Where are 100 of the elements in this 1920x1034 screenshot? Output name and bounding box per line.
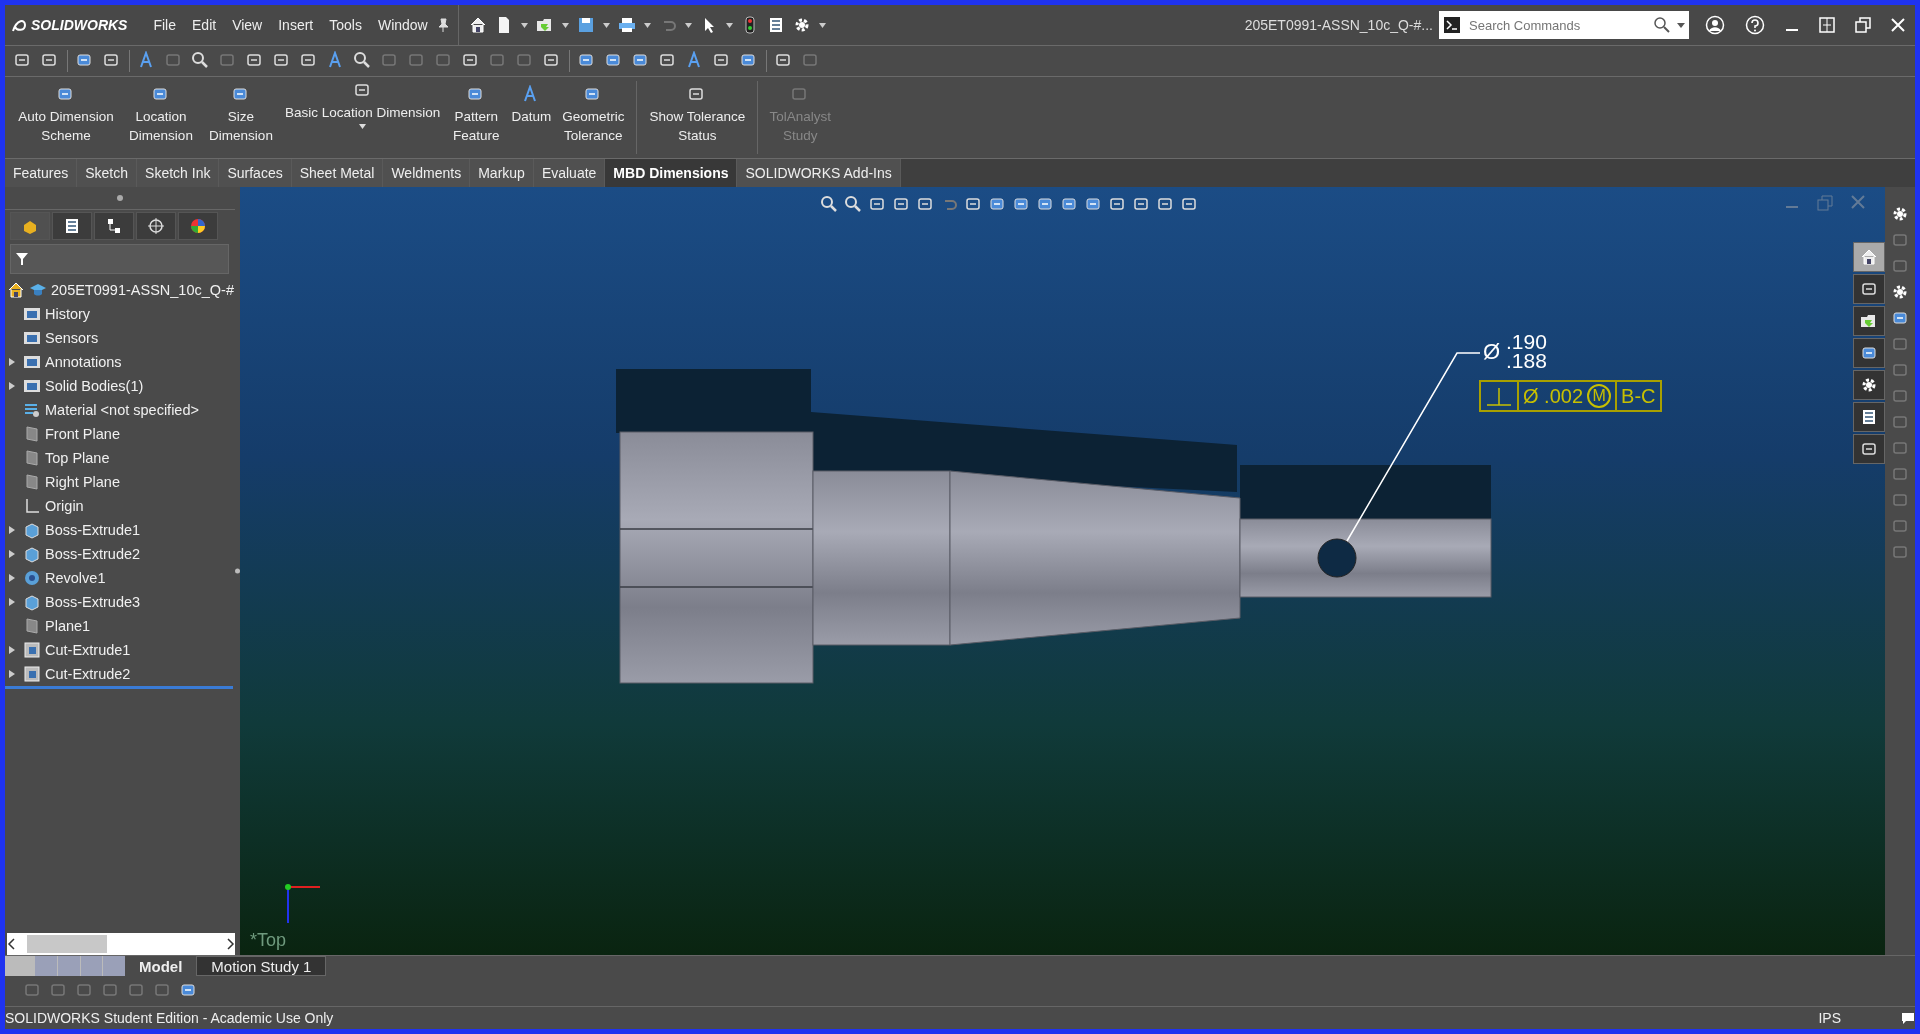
view-tool-icon[interactable]: [1036, 195, 1054, 213]
split-window-icon[interactable]: [1819, 17, 1835, 33]
search-box[interactable]: Search Commands: [1439, 11, 1689, 39]
view-tool-icon[interactable]: [916, 195, 934, 213]
ribbon-tab[interactable]: Markup: [470, 159, 534, 187]
config-tree-icon[interactable]: [105, 217, 123, 235]
chat-icon[interactable]: [1901, 1011, 1915, 1025]
expand-arrow-icon[interactable]: [9, 670, 15, 678]
open-folder-icon[interactable]: [535, 16, 554, 34]
tree-item[interactable]: Boss-Extrude2: [45, 546, 141, 562]
expand-arrow-icon[interactable]: [9, 382, 15, 390]
bottom-tab[interactable]: Model: [125, 956, 197, 976]
tree-item[interactable]: Origin: [45, 498, 84, 514]
expand-arrow-icon[interactable]: [9, 526, 15, 534]
menu-item[interactable]: Edit: [184, 17, 225, 33]
splitter-handle-icon[interactable]: [235, 567, 240, 575]
scroll-left-icon[interactable]: [7, 938, 15, 950]
view-tool-icon[interactable]: [1180, 195, 1198, 213]
menu-item[interactable]: File: [145, 17, 184, 33]
tree-item[interactable]: Top Plane: [45, 450, 110, 466]
help-icon[interactable]: [1745, 15, 1765, 35]
expand-arrow-icon[interactable]: [9, 574, 15, 582]
units-label[interactable]: IPS: [1818, 1010, 1841, 1026]
appearance-ball-icon[interactable]: [189, 217, 207, 235]
dropdown-arrow-icon[interactable]: [684, 22, 692, 28]
ribbon-tab[interactable]: SOLIDWORKS Add-Ins: [737, 159, 901, 187]
ribbon-button[interactable]: Size Dimension: [201, 77, 281, 158]
view-tool-icon[interactable]: [1108, 195, 1126, 213]
view-tool-icon[interactable]: [868, 195, 886, 213]
tree-item[interactable]: Annotations: [45, 354, 122, 370]
view-tool-icon[interactable]: [892, 195, 910, 213]
home-icon[interactable]: [1860, 248, 1878, 266]
view-tool-icon[interactable]: [1012, 195, 1030, 213]
bottom-tab[interactable]: Motion Study 1: [196, 956, 327, 976]
view-tool-icon[interactable]: [988, 195, 1006, 213]
tree-item[interactable]: Cut-Extrude1: [45, 642, 131, 658]
ribbon-button[interactable]: Pattern Feature: [444, 77, 509, 158]
ribbon-tab[interactable]: Evaluate: [533, 159, 606, 187]
tree-item[interactable]: Front Plane: [45, 426, 120, 442]
tree-item[interactable]: History: [45, 306, 91, 322]
tree-item[interactable]: Right Plane: [45, 474, 120, 490]
zoom-icon[interactable]: [844, 195, 862, 213]
menu-item[interactable]: Insert: [270, 17, 322, 33]
tree-item[interactable]: Plane1: [45, 618, 91, 634]
dropdown-arrow-icon[interactable]: [602, 22, 610, 28]
dimension-text: .188: [1506, 351, 1547, 370]
tree-item[interactable]: Cut-Extrude2: [45, 666, 131, 682]
ribbon-tab[interactable]: Sketch: [77, 159, 138, 187]
search-field[interactable]: Search Commands: [1467, 16, 1647, 34]
view-tool-icon[interactable]: [964, 195, 982, 213]
ribbon-tab[interactable]: Sketch Ink: [137, 159, 220, 187]
filter-field[interactable]: [10, 244, 229, 274]
ribbon-button[interactable]: Location Dimension: [121, 77, 201, 158]
save-icon[interactable]: [576, 16, 595, 34]
account-icon[interactable]: [1705, 15, 1725, 35]
dropdown-arrow-icon[interactable]: [643, 22, 651, 28]
zoom-icon[interactable]: [820, 195, 838, 213]
ribbon-button[interactable]: Datum: [508, 77, 555, 158]
ribbon-tab[interactable]: Sheet Metal: [291, 159, 384, 187]
menu-item[interactable]: Tools: [321, 17, 370, 33]
ribbon-button[interactable]: Basic Location Dimension: [281, 77, 445, 158]
expand-arrow-icon[interactable]: [9, 358, 15, 366]
tree-item[interactable]: Sensors: [45, 330, 99, 346]
menu-item[interactable]: Window: [369, 17, 436, 33]
folder-icon[interactable]: [1860, 312, 1878, 330]
expand-arrow-icon[interactable]: [9, 598, 15, 606]
list-icon[interactable]: [1860, 408, 1878, 426]
ribbon-button[interactable]: Auto Dimension Scheme: [11, 77, 121, 158]
tree-item[interactable]: 205ET0991-ASSN_10c_Q-#: [51, 282, 234, 298]
ribbon-button[interactable]: Show Tolerance Status: [641, 77, 754, 158]
scrollbar-thumb[interactable]: [27, 935, 107, 953]
view-tool-icon[interactable]: [1156, 195, 1174, 213]
ribbon-tab[interactable]: MBD Dimensions: [605, 159, 738, 187]
scroll-right-icon[interactable]: [227, 938, 235, 950]
menu-item[interactable]: View: [224, 17, 271, 33]
tree-item[interactable]: Boss-Extrude1: [45, 522, 141, 538]
dropdown-arrow-icon[interactable]: [520, 22, 528, 28]
status-text: SOLIDWORKS Student Edition - Academic Use Only: [5, 1010, 334, 1026]
plane-icon: [23, 473, 41, 491]
ribbon-tab[interactable]: Surfaces: [219, 159, 292, 187]
tree-item[interactable]: Solid Bodies(1): [45, 378, 144, 394]
tree-item[interactable]: Boss-Extrude3: [45, 594, 141, 610]
ribbon-tab[interactable]: Weldments: [383, 159, 471, 187]
dropdown-arrow-icon[interactable]: [818, 22, 826, 28]
home-icon[interactable]: [468, 16, 487, 34]
property-list-icon[interactable]: [63, 217, 81, 235]
expand-arrow-icon[interactable]: [9, 646, 15, 654]
crosshair-icon[interactable]: [147, 217, 165, 235]
restore-icon[interactable]: [1855, 17, 1871, 33]
ribbon-tab[interactable]: Features: [5, 159, 78, 187]
expand-arrow-icon[interactable]: [9, 550, 15, 558]
dropdown-arrow-icon[interactable]: [725, 22, 733, 28]
ribbon-button[interactable]: Geometric Tolerance: [554, 77, 633, 158]
tree-item[interactable]: Revolve1: [45, 570, 106, 586]
dropdown-arrow-icon[interactable]: [561, 22, 569, 28]
tree-item[interactable]: Material <not specified>: [45, 402, 199, 418]
view-tool-icon[interactable]: [1060, 195, 1078, 213]
view-tool-icon[interactable]: [1132, 195, 1150, 213]
print-icon[interactable]: [617, 16, 636, 34]
view-tool-icon[interactable]: [1084, 195, 1102, 213]
